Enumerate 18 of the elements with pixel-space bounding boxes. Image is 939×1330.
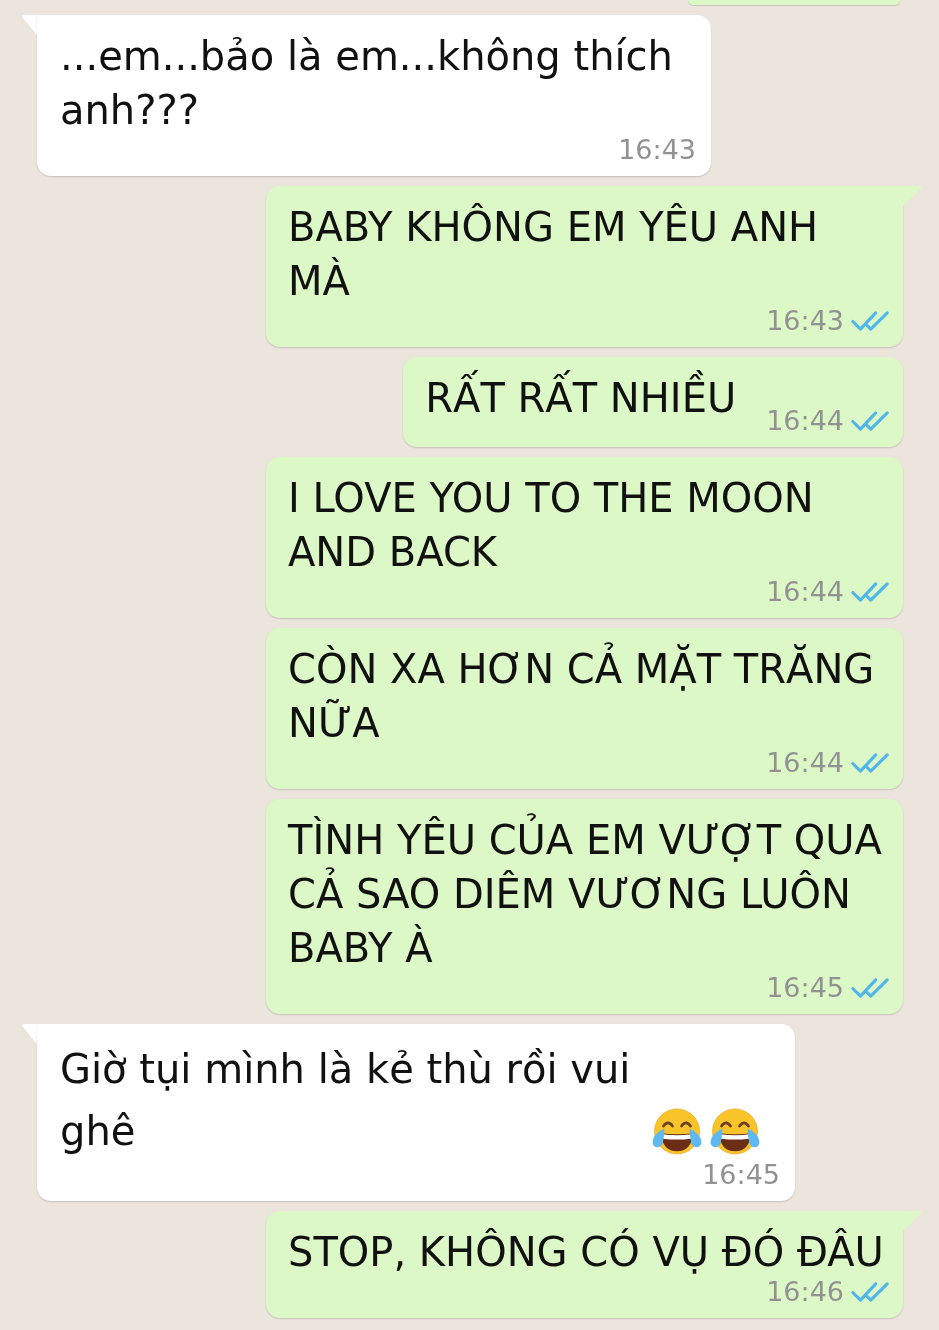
message-text: STOP, KHÔNG CÓ VỤ ĐÓ ĐÂU: [288, 1227, 884, 1277]
message-time: 16:46: [766, 1279, 844, 1305]
message-time: 16:45: [702, 1162, 780, 1188]
message-text: TÌNH YÊU CỦA EM VƯỢT QUA CẢ SAO DIÊM VƯƠNG LUÔN BABY À: [288, 806, 882, 974]
message-time: 16:44: [766, 579, 844, 605]
message-text: CÒN XA HƠN CẢ MẶT TRĂNG NỮA: [288, 635, 875, 749]
message-text: ...em...bảo là em...không thích anh???: [60, 32, 673, 135]
message-text: BABY KHÔNG EM YÊU ANH MÀ: [288, 202, 819, 306]
message-time: 16:43: [766, 308, 844, 334]
message-text: Giờ tụi mình là kẻ thù rồi vui ghê: [60, 1045, 631, 1156]
message-text: RẤT RẤT NHIỀU: [425, 364, 737, 424]
laughing-tears-emoji-icon: [650, 1105, 704, 1157]
laughing-tears-emoji-icon: [708, 1105, 762, 1157]
message-time: 16:44: [766, 750, 844, 776]
message-text: I LOVE YOU TO THE MOON AND BACK: [288, 474, 814, 577]
message-time: 16:43: [618, 137, 696, 163]
message-time: 16:44: [766, 408, 844, 434]
message-time: 16:45: [766, 975, 844, 1001]
